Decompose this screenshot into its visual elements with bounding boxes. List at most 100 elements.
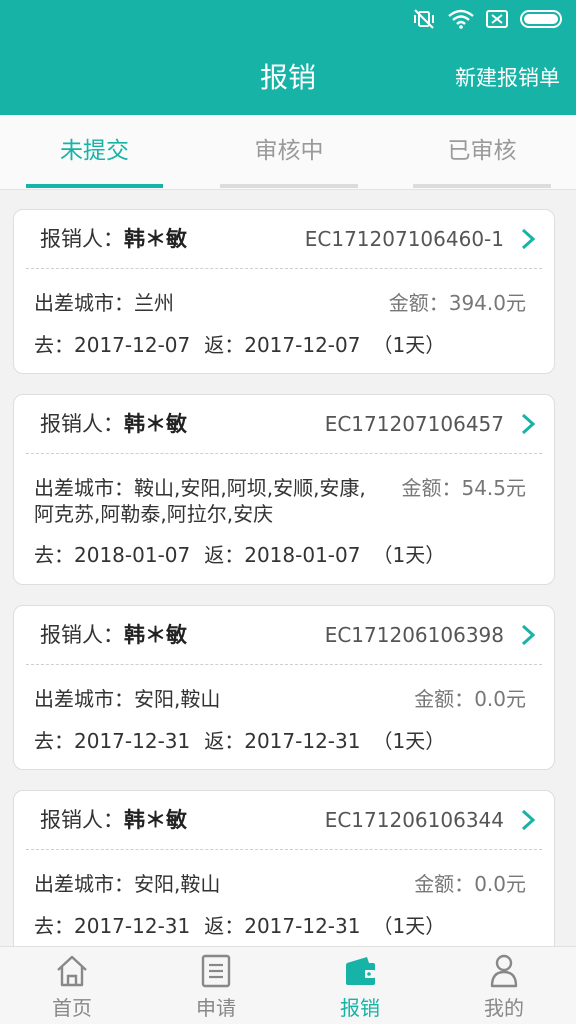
return-label: 返： [204,333,245,357]
claim-card[interactable]: 报销人：韩＊敏 EC171207106460-1 出差城市：兰州 金额：394.… [13,209,555,374]
nav-mine[interactable]: 我的 [432,947,576,1024]
return-label: 返： [204,729,245,753]
city-value-line2: 阿克苏,阿勒泰,阿拉尔,安庆 [34,502,274,526]
trip-cities: 出差城市：安阳,鞍山 [34,686,220,712]
amount-value: 54.5元 [461,476,526,500]
chevron-right-icon[interactable] [518,228,538,250]
claimant-label: 报销人： [40,227,124,251]
claim-code: EC171207106457 [324,412,504,436]
tab-reviewing[interactable]: 审核中 [220,115,358,190]
status-bar [0,0,576,40]
divider [26,453,542,454]
nav-label: 首页 [52,996,92,1020]
wifi-icon [448,9,474,29]
home-icon [57,955,87,987]
claim-amount: 金额：394.0元 [389,290,526,316]
claim-amount: 金额：0.0元 [414,686,526,712]
depart-label: 去： [34,333,74,357]
return-date: 2017-12-31 [244,729,361,753]
depart-date: 2017-12-31 [74,729,191,753]
status-icons [412,8,564,30]
claim-amount: 金额：0.0元 [414,871,526,897]
status-tabs: 未提交 审核中 已审核 [0,115,576,190]
claim-card[interactable]: 报销人：韩＊敏 EC171207106457 出差城市：鞍山,安阳,阿坝,安顺,… [13,394,555,585]
claimant: 报销人：韩＊敏 [40,803,187,837]
claim-card[interactable]: 报销人：韩＊敏 EC171206106398 出差城市：安阳,鞍山 金额：0.0… [13,605,555,770]
nav-reimburse[interactable]: 报销 [288,947,432,1024]
claimant: 报销人：韩＊敏 [40,407,187,441]
claimant-name: 韩＊敏 [124,623,187,647]
depart-date: 2018-01-07 [74,543,191,567]
tab-indicator [413,184,551,188]
tab-label: 已审核 [447,138,517,164]
amount-value: 394.0元 [448,291,526,315]
claimant-label: 报销人： [40,808,124,832]
amount-label: 金额： [414,687,475,711]
chevron-right-icon[interactable] [518,809,538,831]
tab-unsubmitted[interactable]: 未提交 [26,115,163,190]
claimant-label: 报销人： [40,623,124,647]
document-icon [201,954,231,988]
claimant: 报销人：韩＊敏 [40,222,187,256]
trip-dates: 去：2017-12-31 返：2017-12-31 （1天） [34,913,445,939]
claimant-name: 韩＊敏 [124,227,187,251]
city-label: 出差城市： [34,476,134,500]
app-bar: 报销 新建报销单 [0,40,576,115]
trip-cities: 出差城市：兰州 [34,290,174,316]
depart-date: 2017-12-31 [74,914,191,938]
chevron-right-icon[interactable] [518,413,538,435]
depart-label: 去： [34,729,74,753]
claim-card[interactable]: 报销人：韩＊敏 EC171206106344 出差城市：安阳,鞍山 金额：0.0… [13,790,555,946]
nav-label: 申请 [196,996,236,1020]
mute-vibrate-icon [414,9,434,29]
nav-label: 报销 [340,996,380,1020]
claim-list: 报销人：韩＊敏 EC171207106460-1 出差城市：兰州 金额：394.… [0,190,576,946]
claim-code: EC171206106344 [324,808,504,832]
trip-duration: （1天） [372,333,446,357]
tab-label: 未提交 [60,138,129,164]
trip-duration: （1天） [372,729,446,753]
divider [26,664,542,665]
claim-card-header: 报销人：韩＊敏 EC171206106398 [14,606,554,664]
tab-reviewed[interactable]: 已审核 [413,115,551,190]
claim-card-header: 报销人：韩＊敏 EC171207106460-1 [14,210,554,268]
claimant-name: 韩＊敏 [124,808,187,832]
city-label: 出差城市： [34,291,134,315]
amount-value: 0.0元 [474,687,526,711]
amount-value: 0.0元 [474,872,526,896]
trip-dates: 去：2017-12-07 返：2017-12-07 （1天） [34,332,445,358]
claimant: 报销人：韩＊敏 [40,618,187,652]
claim-card-header: 报销人：韩＊敏 EC171206106344 [14,791,554,849]
trip-dates: 去：2018-01-07 返：2018-01-07 （1天） [34,542,445,568]
amount-label: 金额： [414,872,475,896]
city-value: 安阳,鞍山 [134,687,221,711]
tab-indicator [26,184,163,188]
nav-apply[interactable]: 申请 [144,947,288,1024]
claim-code: EC171206106398 [324,623,504,647]
return-date: 2018-01-07 [244,543,361,567]
city-value: 安阳,鞍山 [134,872,221,896]
amount-label: 金额： [401,476,462,500]
divider [26,268,542,269]
nav-home[interactable]: 首页 [0,947,144,1024]
depart-date: 2017-12-07 [74,333,191,357]
depart-label: 去： [34,543,74,567]
trip-dates: 去：2017-12-31 返：2017-12-31 （1天） [34,728,445,754]
claim-amount: 金额：54.5元 [401,475,526,501]
return-label: 返： [204,543,245,567]
tab-label: 审核中 [254,138,324,164]
new-claim-button[interactable]: 新建报销单 [455,62,560,94]
return-label: 返： [204,914,245,938]
return-date: 2017-12-31 [244,914,361,938]
chevron-right-icon[interactable] [518,624,538,646]
bottom-nav: 首页 申请 报销 我的 [0,946,576,1024]
sim-icon [486,10,508,28]
trip-duration: （1天） [372,543,446,567]
trip-duration: （1天） [372,914,446,938]
return-date: 2017-12-07 [244,333,361,357]
city-value-line1: 鞍山,安阳,阿坝,安顺,安康, [134,476,366,500]
amount-label: 金额： [388,291,449,315]
battery-icon [520,10,562,28]
claim-code: EC171207106460-1 [304,227,504,251]
wallet-icon [346,957,375,985]
